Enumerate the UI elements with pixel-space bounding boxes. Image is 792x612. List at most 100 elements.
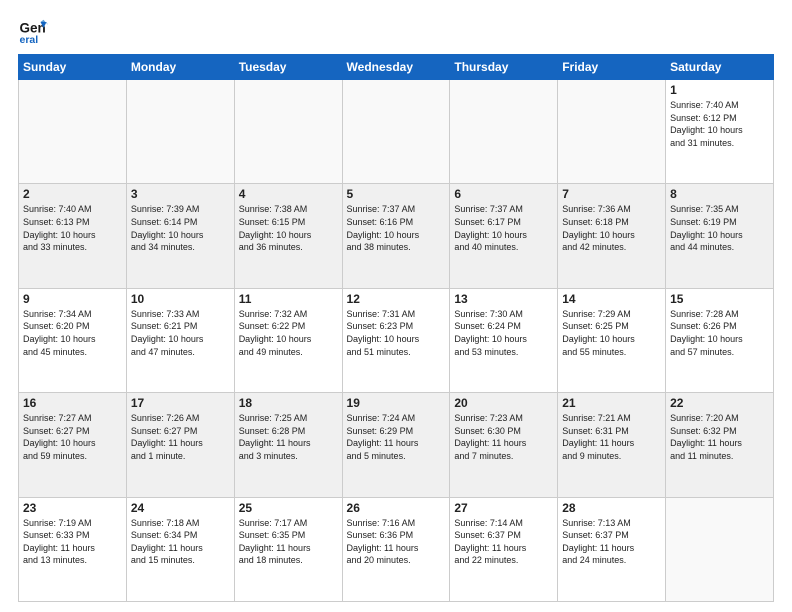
weekday-header-sunday: Sunday	[19, 55, 127, 80]
calendar-cell: 26 Sunrise: 7:16 AM Sunset: 6:36 PM Dayli…	[342, 497, 450, 601]
calendar-cell: 21 Sunrise: 7:21 AM Sunset: 6:31 PM Dayli…	[558, 393, 666, 497]
weekday-header-friday: Friday	[558, 55, 666, 80]
calendar-cell: 8 Sunrise: 7:35 AM Sunset: 6:19 PM Daylig…	[666, 184, 774, 288]
calendar-cell: 15 Sunrise: 7:28 AM Sunset: 6:26 PM Dayli…	[666, 288, 774, 392]
day-number: 13	[454, 292, 553, 306]
calendar-cell: 5 Sunrise: 7:37 AM Sunset: 6:16 PM Daylig…	[342, 184, 450, 288]
calendar-header-row: SundayMondayTuesdayWednesdayThursdayFrid…	[19, 55, 774, 80]
calendar-cell: 17Sunrise: 7:26 AM Sunset: 6:27 PM Dayli…	[126, 393, 234, 497]
day-info: Sunrise: 7:28 AM Sunset: 6:26 PM Dayligh…	[670, 308, 769, 358]
header: Gen eral	[18, 16, 774, 46]
logo: Gen eral	[18, 16, 50, 46]
day-number: 25	[239, 501, 338, 515]
day-info: Sunrise: 7:14 AM Sunset: 6:37 PM Dayligh…	[454, 517, 553, 567]
day-number: 23	[23, 501, 122, 515]
calendar-cell: 14 Sunrise: 7:29 AM Sunset: 6:25 PM Dayli…	[558, 288, 666, 392]
day-number: 27	[454, 501, 553, 515]
day-number: 3	[131, 187, 230, 201]
calendar-cell: 24 Sunrise: 7:18 AM Sunset: 6:34 PM Dayli…	[126, 497, 234, 601]
day-number: 22	[670, 396, 769, 410]
calendar-cell	[234, 80, 342, 184]
day-info: Sunrise: 7:38 AM Sunset: 6:15 PM Dayligh…	[239, 203, 338, 253]
day-info: Sunrise: 7:25 AM Sunset: 6:28 PM Dayligh…	[239, 412, 338, 462]
day-info: Sunrise: 7:33 AM Sunset: 6:21 PM Dayligh…	[131, 308, 230, 358]
calendar-cell: 25Sunrise: 7:17 AM Sunset: 6:35 PM Dayli…	[234, 497, 342, 601]
day-number: 28	[562, 501, 661, 515]
day-info: Sunrise: 7:23 AM Sunset: 6:30 PM Dayligh…	[454, 412, 553, 462]
calendar-cell: 11Sunrise: 7:32 AM Sunset: 6:22 PM Dayli…	[234, 288, 342, 392]
page: Gen eral SundayMondayTuesdayWednesdayThu…	[0, 0, 792, 612]
weekday-header-tuesday: Tuesday	[234, 55, 342, 80]
day-number: 2	[23, 187, 122, 201]
day-info: Sunrise: 7:27 AM Sunset: 6:27 PM Dayligh…	[23, 412, 122, 462]
day-info: Sunrise: 7:34 AM Sunset: 6:20 PM Dayligh…	[23, 308, 122, 358]
weekday-header-thursday: Thursday	[450, 55, 558, 80]
day-info: Sunrise: 7:35 AM Sunset: 6:19 PM Dayligh…	[670, 203, 769, 253]
day-info: Sunrise: 7:16 AM Sunset: 6:36 PM Dayligh…	[347, 517, 446, 567]
day-number: 10	[131, 292, 230, 306]
day-info: Sunrise: 7:13 AM Sunset: 6:37 PM Dayligh…	[562, 517, 661, 567]
day-info: Sunrise: 7:20 AM Sunset: 6:32 PM Dayligh…	[670, 412, 769, 462]
calendar-cell: 19Sunrise: 7:24 AM Sunset: 6:29 PM Dayli…	[342, 393, 450, 497]
day-info: Sunrise: 7:19 AM Sunset: 6:33 PM Dayligh…	[23, 517, 122, 567]
calendar-cell: 12 Sunrise: 7:31 AM Sunset: 6:23 PM Dayli…	[342, 288, 450, 392]
weekday-header-wednesday: Wednesday	[342, 55, 450, 80]
day-number: 15	[670, 292, 769, 306]
calendar-cell: 20 Sunrise: 7:23 AM Sunset: 6:30 PM Dayli…	[450, 393, 558, 497]
calendar-cell: 3 Sunrise: 7:39 AM Sunset: 6:14 PM Daylig…	[126, 184, 234, 288]
calendar-cell	[342, 80, 450, 184]
day-number: 1	[670, 83, 769, 97]
calendar-cell: 16Sunrise: 7:27 AM Sunset: 6:27 PM Dayli…	[19, 393, 127, 497]
day-number: 12	[347, 292, 446, 306]
day-number: 24	[131, 501, 230, 515]
day-info: Sunrise: 7:29 AM Sunset: 6:25 PM Dayligh…	[562, 308, 661, 358]
calendar-cell	[450, 80, 558, 184]
day-info: Sunrise: 7:18 AM Sunset: 6:34 PM Dayligh…	[131, 517, 230, 567]
calendar-cell: 4 Sunrise: 7:38 AM Sunset: 6:15 PM Daylig…	[234, 184, 342, 288]
day-info: Sunrise: 7:37 AM Sunset: 6:17 PM Dayligh…	[454, 203, 553, 253]
day-info: Sunrise: 7:30 AM Sunset: 6:24 PM Dayligh…	[454, 308, 553, 358]
calendar-cell: 18 Sunrise: 7:25 AM Sunset: 6:28 PM Dayli…	[234, 393, 342, 497]
day-number: 14	[562, 292, 661, 306]
day-number: 8	[670, 187, 769, 201]
day-number: 4	[239, 187, 338, 201]
day-info: Sunrise: 7:39 AM Sunset: 6:14 PM Dayligh…	[131, 203, 230, 253]
day-info: Sunrise: 7:40 AM Sunset: 6:13 PM Dayligh…	[23, 203, 122, 253]
day-number: 21	[562, 396, 661, 410]
calendar-week-row: 9 Sunrise: 7:34 AM Sunset: 6:20 PM Daylig…	[19, 288, 774, 392]
calendar-cell: 9 Sunrise: 7:34 AM Sunset: 6:20 PM Daylig…	[19, 288, 127, 392]
calendar-week-row: 2 Sunrise: 7:40 AM Sunset: 6:13 PM Daylig…	[19, 184, 774, 288]
calendar-cell: 1Sunrise: 7:40 AM Sunset: 6:12 PM Daylig…	[666, 80, 774, 184]
calendar-table: SundayMondayTuesdayWednesdayThursdayFrid…	[18, 54, 774, 602]
day-number: 9	[23, 292, 122, 306]
logo-icon: Gen eral	[18, 16, 48, 46]
calendar-week-row: 16Sunrise: 7:27 AM Sunset: 6:27 PM Dayli…	[19, 393, 774, 497]
calendar-cell: 22 Sunrise: 7:20 AM Sunset: 6:32 PM Dayli…	[666, 393, 774, 497]
calendar-week-row: 1Sunrise: 7:40 AM Sunset: 6:12 PM Daylig…	[19, 80, 774, 184]
day-info: Sunrise: 7:24 AM Sunset: 6:29 PM Dayligh…	[347, 412, 446, 462]
weekday-header-monday: Monday	[126, 55, 234, 80]
day-info: Sunrise: 7:31 AM Sunset: 6:23 PM Dayligh…	[347, 308, 446, 358]
day-info: Sunrise: 7:37 AM Sunset: 6:16 PM Dayligh…	[347, 203, 446, 253]
calendar-cell	[558, 80, 666, 184]
day-number: 5	[347, 187, 446, 201]
calendar-week-row: 23 Sunrise: 7:19 AM Sunset: 6:33 PM Dayli…	[19, 497, 774, 601]
calendar-cell: 10 Sunrise: 7:33 AM Sunset: 6:21 PM Dayli…	[126, 288, 234, 392]
day-info: Sunrise: 7:26 AM Sunset: 6:27 PM Dayligh…	[131, 412, 230, 462]
day-info: Sunrise: 7:36 AM Sunset: 6:18 PM Dayligh…	[562, 203, 661, 253]
day-number: 18	[239, 396, 338, 410]
calendar-cell	[666, 497, 774, 601]
calendar-cell: 7 Sunrise: 7:36 AM Sunset: 6:18 PM Daylig…	[558, 184, 666, 288]
calendar-cell	[19, 80, 127, 184]
calendar-cell: 23 Sunrise: 7:19 AM Sunset: 6:33 PM Dayli…	[19, 497, 127, 601]
calendar-cell: 2 Sunrise: 7:40 AM Sunset: 6:13 PM Daylig…	[19, 184, 127, 288]
day-info: Sunrise: 7:21 AM Sunset: 6:31 PM Dayligh…	[562, 412, 661, 462]
calendar-cell: 28 Sunrise: 7:13 AM Sunset: 6:37 PM Dayli…	[558, 497, 666, 601]
weekday-header-saturday: Saturday	[666, 55, 774, 80]
day-number: 7	[562, 187, 661, 201]
day-info: Sunrise: 7:32 AM Sunset: 6:22 PM Dayligh…	[239, 308, 338, 358]
day-number: 26	[347, 501, 446, 515]
svg-text:eral: eral	[20, 34, 39, 46]
day-number: 20	[454, 396, 553, 410]
calendar-cell: 13 Sunrise: 7:30 AM Sunset: 6:24 PM Dayli…	[450, 288, 558, 392]
